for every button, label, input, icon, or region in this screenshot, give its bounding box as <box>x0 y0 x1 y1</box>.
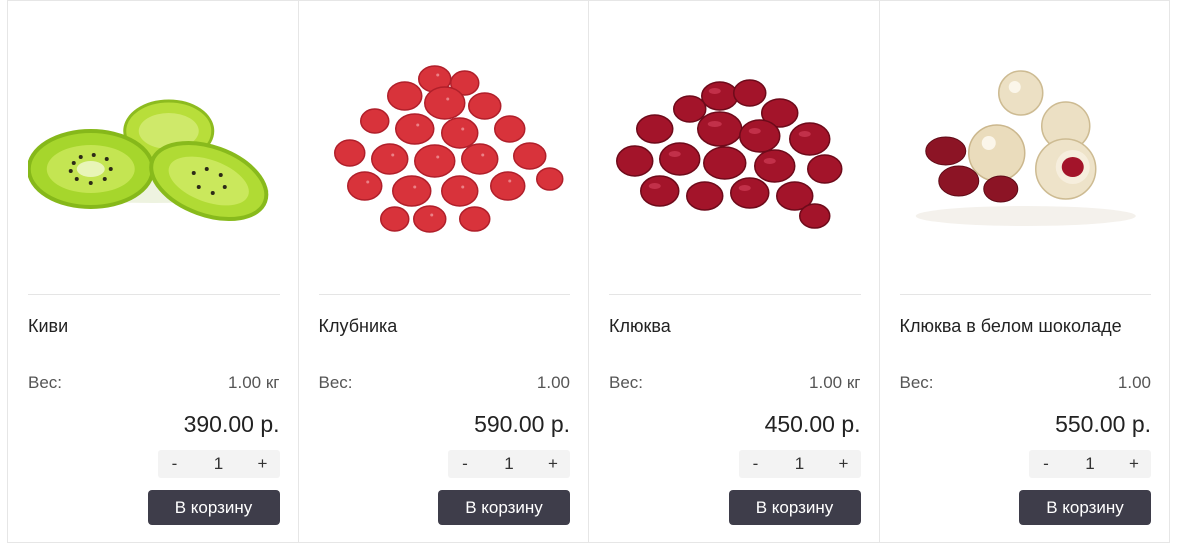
strawberry-icon <box>333 65 563 233</box>
qty-minus-button[interactable]: - <box>1029 454 1063 474</box>
qty-plus-button[interactable]: + <box>536 454 570 474</box>
product-image[interactable] <box>900 41 1152 261</box>
product-name[interactable]: Клюква в белом шоколаде <box>900 315 1152 337</box>
weight-row: Вес: 1.00 кг <box>609 373 861 393</box>
product-price: 450.00 р. <box>764 411 861 437</box>
product-price: 550.00 р. <box>1055 411 1151 437</box>
qty-plus-button[interactable]: + <box>1117 454 1151 474</box>
product-name[interactable]: Клубника <box>319 315 571 337</box>
qty-plus-button[interactable]: + <box>827 454 861 474</box>
qty-minus-button[interactable]: - <box>448 454 482 474</box>
quantity-stepper: - 1 + <box>157 450 280 478</box>
qty-minus-button[interactable]: - <box>739 454 773 474</box>
qty-minus-button[interactable]: - <box>158 454 192 474</box>
product-card-cranberry-white-chocolate: Клюква в белом шоколаде Вес: 1.00 550.00… <box>879 1 1170 543</box>
weight-label: Вес: <box>318 373 353 392</box>
divider <box>609 294 861 295</box>
divider <box>318 294 570 295</box>
divider <box>28 294 280 295</box>
quantity-stepper: - 1 + <box>1029 450 1151 478</box>
weight-label: Вес: <box>28 373 63 392</box>
weight-value: 1.00 <box>1117 373 1151 392</box>
qty-plus-button[interactable]: + <box>246 454 280 474</box>
product-name[interactable]: Клюква <box>609 315 861 337</box>
kiwi-icon <box>28 99 269 221</box>
product-image[interactable] <box>28 41 280 261</box>
qty-value[interactable]: 1 <box>1063 454 1117 474</box>
weight-row: Вес: 1.00 <box>900 373 1152 393</box>
product-image[interactable] <box>319 41 571 261</box>
qty-value[interactable]: 1 <box>192 454 246 474</box>
product-image[interactable] <box>609 41 861 261</box>
product-name[interactable]: Киви <box>28 315 280 337</box>
chocolate-cranberry-icon <box>915 70 1136 226</box>
product-card-kiwi: Киви Вес: 1.00 кг 390.00 р. - 1 + В корз… <box>8 1 299 543</box>
weight-value: 1.00 кг <box>809 373 861 392</box>
product-card-strawberry: Клубника Вес: 1.00 590.00 р. - 1 + В кор… <box>298 1 589 543</box>
add-to-cart-button[interactable]: В корзину <box>147 490 280 525</box>
quantity-stepper: - 1 + <box>738 450 861 478</box>
add-to-cart-button[interactable]: В корзину <box>728 490 861 525</box>
product-price: 390.00 р. <box>183 411 280 437</box>
product-card-cranberry: Клюква Вес: 1.00 кг 450.00 р. - 1 + В ко… <box>589 1 880 543</box>
qty-value[interactable]: 1 <box>773 454 827 474</box>
add-to-cart-button[interactable]: В корзину <box>438 490 570 525</box>
weight-row: Вес: 1.00 кг <box>28 373 280 393</box>
weight-row: Вес: 1.00 <box>319 373 571 393</box>
weight-value: 1.00 кг <box>228 373 280 392</box>
weight-label: Вес: <box>609 373 644 392</box>
weight-value: 1.00 <box>536 373 570 392</box>
product-grid: Киви Вес: 1.00 кг 390.00 р. - 1 + В корз… <box>7 0 1170 543</box>
divider <box>899 294 1151 295</box>
product-price: 590.00 р. <box>474 411 570 437</box>
add-to-cart-button[interactable]: В корзину <box>1019 490 1151 525</box>
qty-value[interactable]: 1 <box>482 454 536 474</box>
quantity-stepper: - 1 + <box>448 450 570 478</box>
cranberry-icon <box>616 79 843 229</box>
weight-label: Вес: <box>899 373 934 392</box>
